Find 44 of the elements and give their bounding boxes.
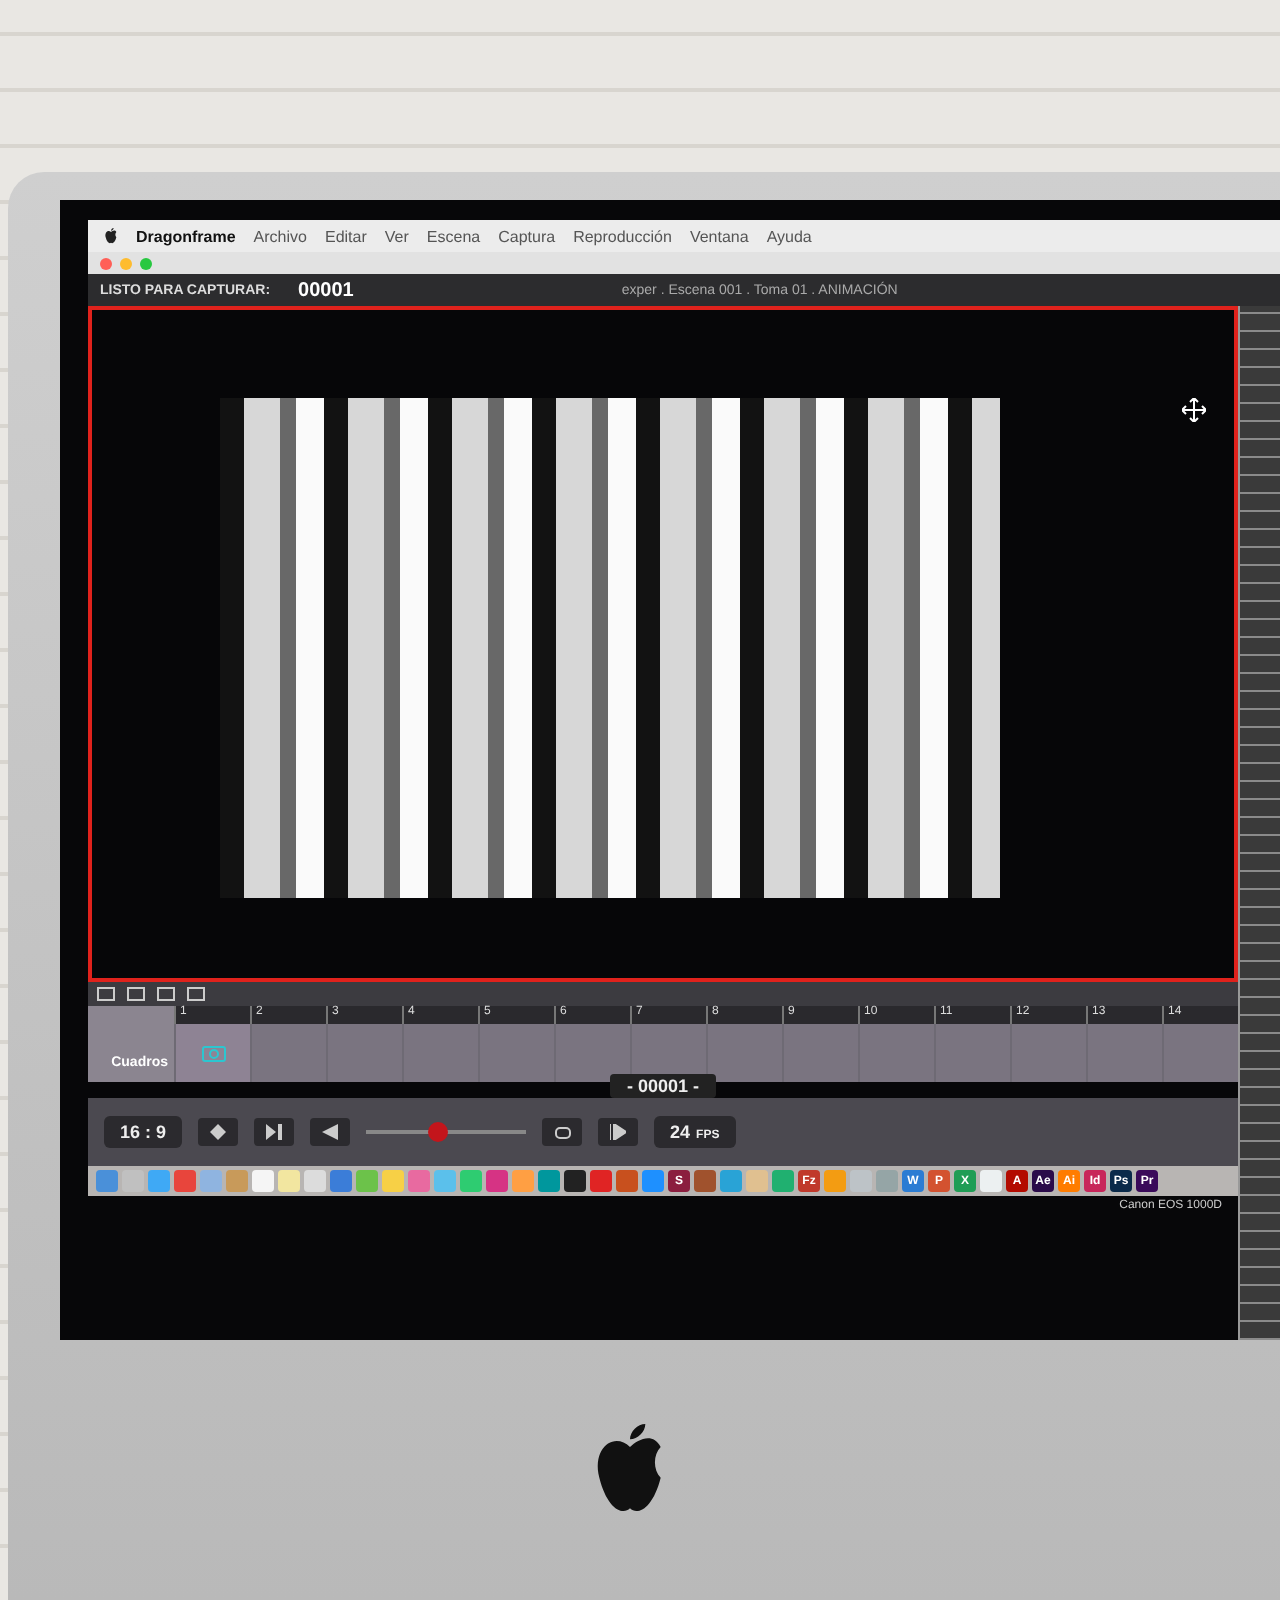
app-name[interactable]: Dragonframe	[136, 227, 236, 245]
minimize-button[interactable]	[120, 257, 132, 269]
frame-cell[interactable]	[782, 1024, 858, 1082]
play-back-icon	[322, 1124, 339, 1140]
step-button[interactable]	[254, 1118, 295, 1146]
menu-item[interactable]: Archivo	[253, 227, 307, 245]
frame-cell[interactable]	[554, 1024, 630, 1082]
app-icon[interactable]	[564, 1170, 586, 1192]
menu-item[interactable]: Ventana	[689, 227, 749, 245]
step-icon	[266, 1124, 283, 1140]
menu-item[interactable]: Reproducción	[573, 227, 672, 245]
frame-cell[interactable]	[706, 1024, 782, 1082]
frame-cell[interactable]	[174, 1024, 250, 1082]
play-icon	[610, 1124, 627, 1140]
app-icon[interactable]	[694, 1170, 716, 1192]
menu-item[interactable]: Ayuda	[766, 227, 812, 245]
aspect-ratio-selector[interactable]: 16 : 9	[104, 1116, 183, 1148]
camera-icon	[201, 1044, 225, 1062]
onion-skin-button[interactable]	[198, 1118, 239, 1146]
close-button[interactable]	[100, 257, 112, 269]
frame-cell[interactable]	[1010, 1024, 1086, 1082]
frame-cell[interactable]	[402, 1024, 478, 1082]
loop-button[interactable]	[542, 1118, 583, 1146]
diamond-icon	[210, 1124, 227, 1140]
frame-cell[interactable]	[858, 1024, 934, 1082]
menu-item[interactable]: Captura	[498, 227, 556, 245]
frame-cell[interactable]	[1086, 1024, 1162, 1082]
loop-icon	[553, 1125, 572, 1139]
frame-cell[interactable]	[1162, 1024, 1238, 1082]
zoom-button[interactable]	[140, 257, 152, 269]
slider-thumb[interactable]	[428, 1122, 449, 1142]
frame-cell[interactable]	[326, 1024, 402, 1082]
current-frame: - 00001 -	[610, 1074, 716, 1098]
frame-cell[interactable]	[934, 1024, 1010, 1082]
menu-item[interactable]: Editar	[324, 227, 367, 245]
menu-item[interactable]: Ver	[384, 227, 409, 245]
play-back-button[interactable]	[310, 1118, 351, 1146]
frame-cell[interactable]	[478, 1024, 554, 1082]
frame-number: 00001	[298, 279, 354, 301]
play-button[interactable]	[598, 1118, 639, 1146]
apple-menu-icon[interactable]	[104, 228, 118, 244]
frame-cell[interactable]	[250, 1024, 326, 1082]
move-icon[interactable]	[1182, 398, 1206, 422]
menu-item[interactable]: Escena	[426, 227, 481, 245]
